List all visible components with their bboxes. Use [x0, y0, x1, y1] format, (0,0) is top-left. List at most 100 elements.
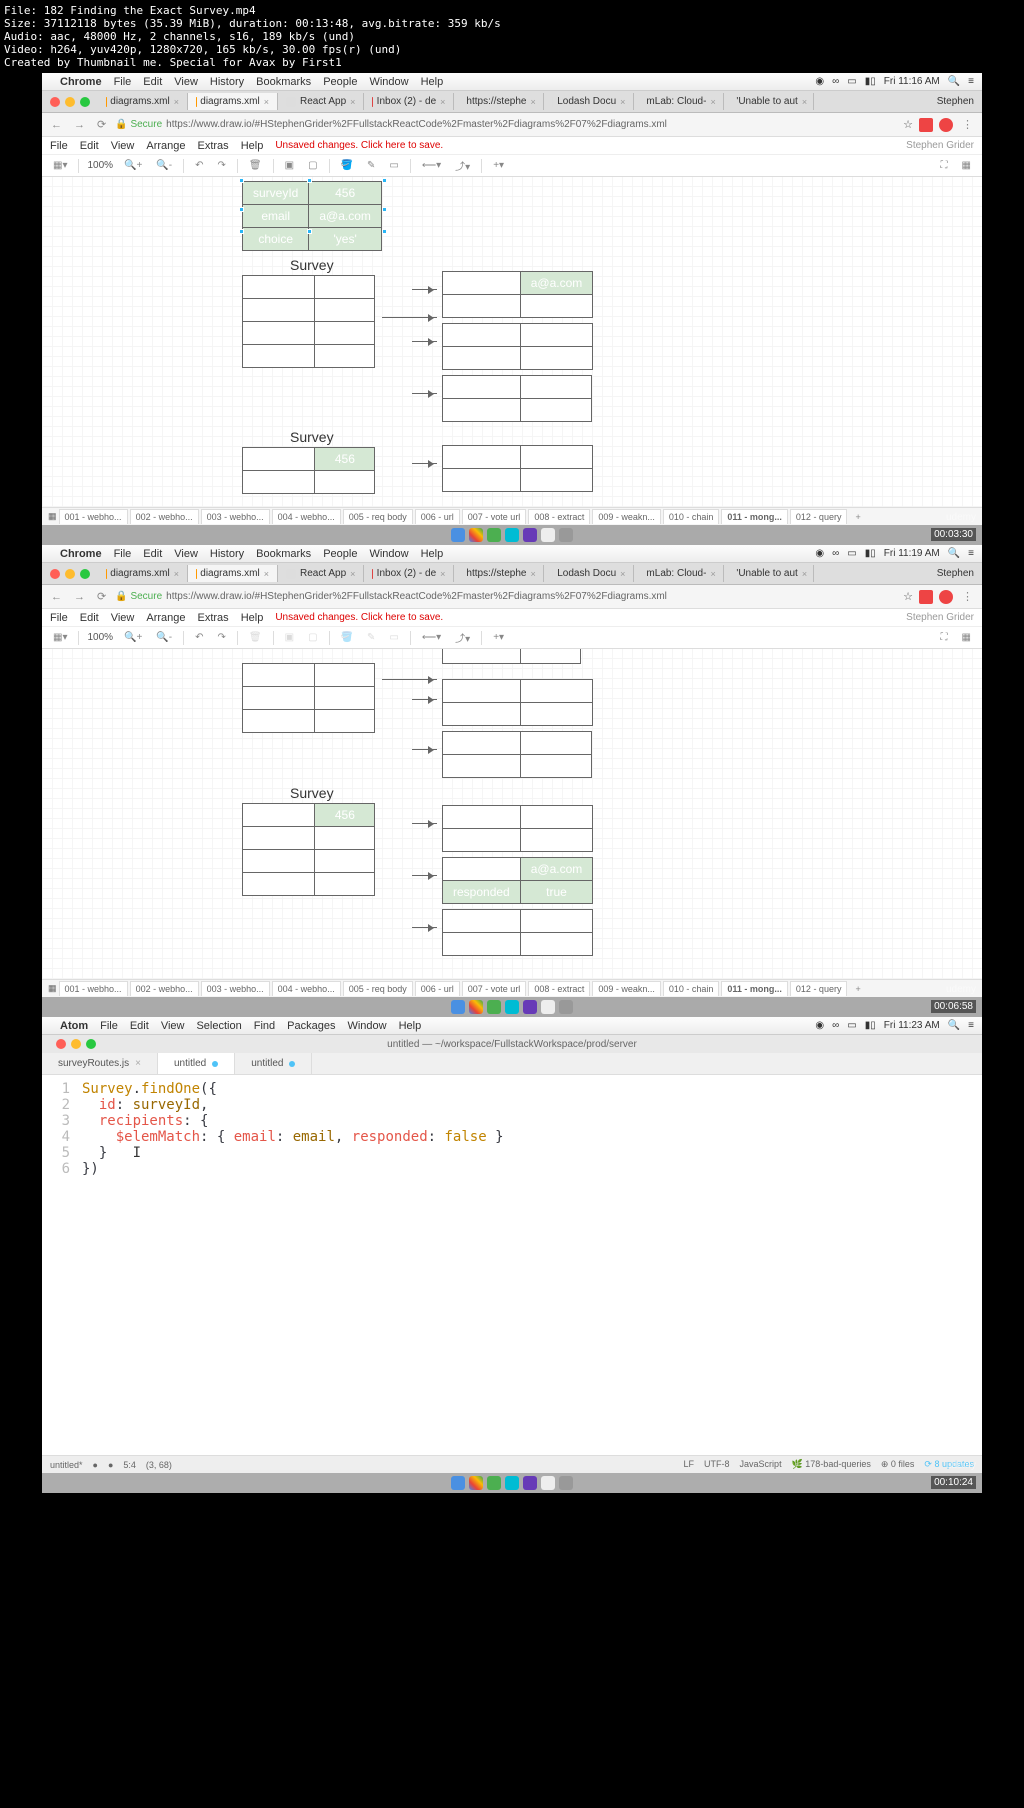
window-controls[interactable]: [42, 569, 98, 579]
menu-view[interactable]: View: [174, 548, 198, 560]
menu-window[interactable]: Window: [347, 1020, 386, 1032]
undo-icon[interactable]: ↶: [192, 632, 206, 643]
browser-tab[interactable]: diagrams.xml×: [98, 565, 188, 582]
browser-tab[interactable]: Inbox (2) - de×: [364, 565, 454, 582]
search-icon[interactable]: 🔍: [948, 1020, 960, 1031]
redo-icon[interactable]: ↷: [215, 160, 229, 171]
menu-icon[interactable]: ≡: [968, 76, 974, 87]
browser-tab[interactable]: diagrams.xml×: [188, 93, 278, 110]
diagram-recipient-box[interactable]: emailb@b.com respondedfalse: [442, 323, 593, 370]
status-lf[interactable]: LF: [684, 1459, 695, 1470]
diagram-recipient-box[interactable]: emailc@c.com respondedfalse: [442, 731, 592, 778]
page-tab[interactable]: 012 - query: [790, 981, 848, 996]
undo-icon[interactable]: ↶: [192, 160, 206, 171]
extension-icon[interactable]: [939, 590, 953, 604]
macos-dock[interactable]: [42, 525, 982, 545]
waypoint-icon[interactable]: ⤴▾: [452, 158, 473, 173]
search-icon[interactable]: 🔍: [948, 548, 960, 559]
menu-help[interactable]: Help: [421, 76, 444, 88]
add-page-button[interactable]: +: [849, 512, 866, 522]
page-tab[interactable]: 005 - req body: [343, 509, 413, 524]
extension-icon[interactable]: [919, 590, 933, 604]
back-button[interactable]: ←: [48, 591, 65, 603]
url-field[interactable]: 🔒 Secure https://www.draw.io/#HStephenGr…: [115, 591, 897, 602]
zoom-in-icon[interactable]: 🔍+: [121, 632, 145, 643]
zoom-out-icon[interactable]: 🔍-: [153, 632, 175, 643]
menu-view[interactable]: View: [174, 76, 198, 88]
menu-icon[interactable]: ≡: [968, 548, 974, 559]
window-controls[interactable]: [42, 97, 98, 107]
front-icon[interactable]: ▣: [282, 160, 297, 171]
zoom-out-icon[interactable]: 🔍-: [153, 160, 175, 171]
menu-help[interactable]: Help: [399, 1020, 422, 1032]
star-icon[interactable]: ☆: [903, 590, 913, 603]
drawio-menu[interactable]: Edit: [80, 612, 99, 624]
browser-tab[interactable]: diagrams.xml×: [98, 93, 188, 110]
page-tab[interactable]: 007 - vote url: [462, 981, 527, 996]
line-icon[interactable]: ✎: [364, 632, 378, 643]
page-tab[interactable]: 002 - webho...: [130, 981, 199, 996]
menu-file[interactable]: File: [114, 548, 132, 560]
redo-icon[interactable]: ↷: [215, 632, 229, 643]
zoom-level[interactable]: 100%: [87, 160, 113, 171]
browser-tab[interactable]: Inbox (2) - de×: [364, 93, 454, 110]
delete-icon[interactable]: 🗑: [246, 160, 265, 171]
shadow-icon[interactable]: ▭: [386, 632, 401, 643]
display-icon[interactable]: ▭: [847, 548, 856, 559]
forward-button[interactable]: →: [71, 119, 88, 131]
macos-dock[interactable]: [42, 997, 982, 1017]
diagram-recipient-box[interactable]: emailb@b.com respondedfalse: [442, 679, 593, 726]
browser-tab[interactable]: https://stephe×: [454, 565, 544, 582]
drawio-menu[interactable]: Help: [241, 140, 264, 152]
link-icon[interactable]: ∞: [832, 1020, 839, 1031]
url-field[interactable]: 🔒 Secure https://www.draw.io/#HStephenGr…: [115, 119, 897, 130]
menu-people[interactable]: People: [323, 76, 357, 88]
menu-edit[interactable]: Edit: [143, 548, 162, 560]
shadow-icon[interactable]: ▭: [386, 160, 401, 171]
status-file[interactable]: untitled*: [50, 1460, 83, 1470]
menu-bookmarks[interactable]: Bookmarks: [256, 548, 311, 560]
close-icon[interactable]: ×: [620, 97, 625, 107]
save-warning[interactable]: Unsaved changes. Click here to save.: [275, 612, 443, 623]
display-icon[interactable]: ▭: [847, 1020, 856, 1031]
menu-edit[interactable]: Edit: [130, 1020, 149, 1032]
menu-file[interactable]: File: [100, 1020, 118, 1032]
browser-tab[interactable]: Lodash Docu×: [544, 565, 634, 582]
line-icon[interactable]: ✎: [364, 160, 378, 171]
browser-tab[interactable]: React App×: [278, 93, 364, 110]
waypoint-icon[interactable]: ⤴▾: [452, 630, 473, 645]
menu-selection[interactable]: Selection: [196, 1020, 241, 1032]
extension-icon[interactable]: [939, 118, 953, 132]
menu-find[interactable]: Find: [254, 1020, 275, 1032]
editor-tab[interactable]: untitled: [235, 1053, 312, 1074]
browser-tab[interactable]: mLab: Cloud-×: [634, 93, 724, 110]
menu-history[interactable]: History: [210, 548, 244, 560]
profile-label[interactable]: Stephen: [929, 568, 982, 579]
drawio-menu[interactable]: View: [111, 612, 135, 624]
close-icon[interactable]: ×: [174, 97, 179, 107]
drawio-canvas[interactable]: respondedfalse recipients yes0 no0 email…: [42, 649, 982, 979]
browser-tab[interactable]: 'Unable to aut×: [724, 93, 814, 110]
back-icon[interactable]: ▢: [305, 160, 320, 171]
clock[interactable]: Fri 11:19 AM: [884, 548, 940, 559]
drawio-menu[interactable]: File: [50, 612, 68, 624]
menu-view[interactable]: View: [161, 1020, 185, 1032]
editor-tab[interactable]: untitled: [158, 1053, 235, 1074]
back-button[interactable]: ←: [48, 119, 65, 131]
page-tab[interactable]: 001 - webho...: [59, 981, 128, 996]
page-tab[interactable]: 008 - extract: [528, 509, 590, 524]
menu-window[interactable]: Window: [369, 548, 408, 560]
page-tab[interactable]: 004 - webho...: [272, 981, 341, 996]
status-branch[interactable]: 🌿 178-bad-queries: [792, 1459, 871, 1470]
close-icon[interactable]: ×: [350, 97, 355, 107]
menu-icon[interactable]: ≡: [968, 1020, 974, 1031]
drawio-menu[interactable]: Help: [241, 612, 264, 624]
close-icon[interactable]: ×: [530, 97, 535, 107]
add-page-button[interactable]: +: [849, 984, 866, 994]
page-tab[interactable]: 010 - chain: [663, 509, 720, 524]
drawio-canvas[interactable]: surveyId456 emaila@a.com choice'yes' Sur…: [42, 177, 982, 507]
page-tab[interactable]: 011 - mong...: [721, 509, 788, 524]
page-tab[interactable]: 008 - extract: [528, 981, 590, 996]
code-editor[interactable]: 1Survey.findOne({ 2 id: surveyId, 3 reci…: [42, 1075, 982, 1455]
close-icon[interactable]: ×: [264, 97, 269, 107]
